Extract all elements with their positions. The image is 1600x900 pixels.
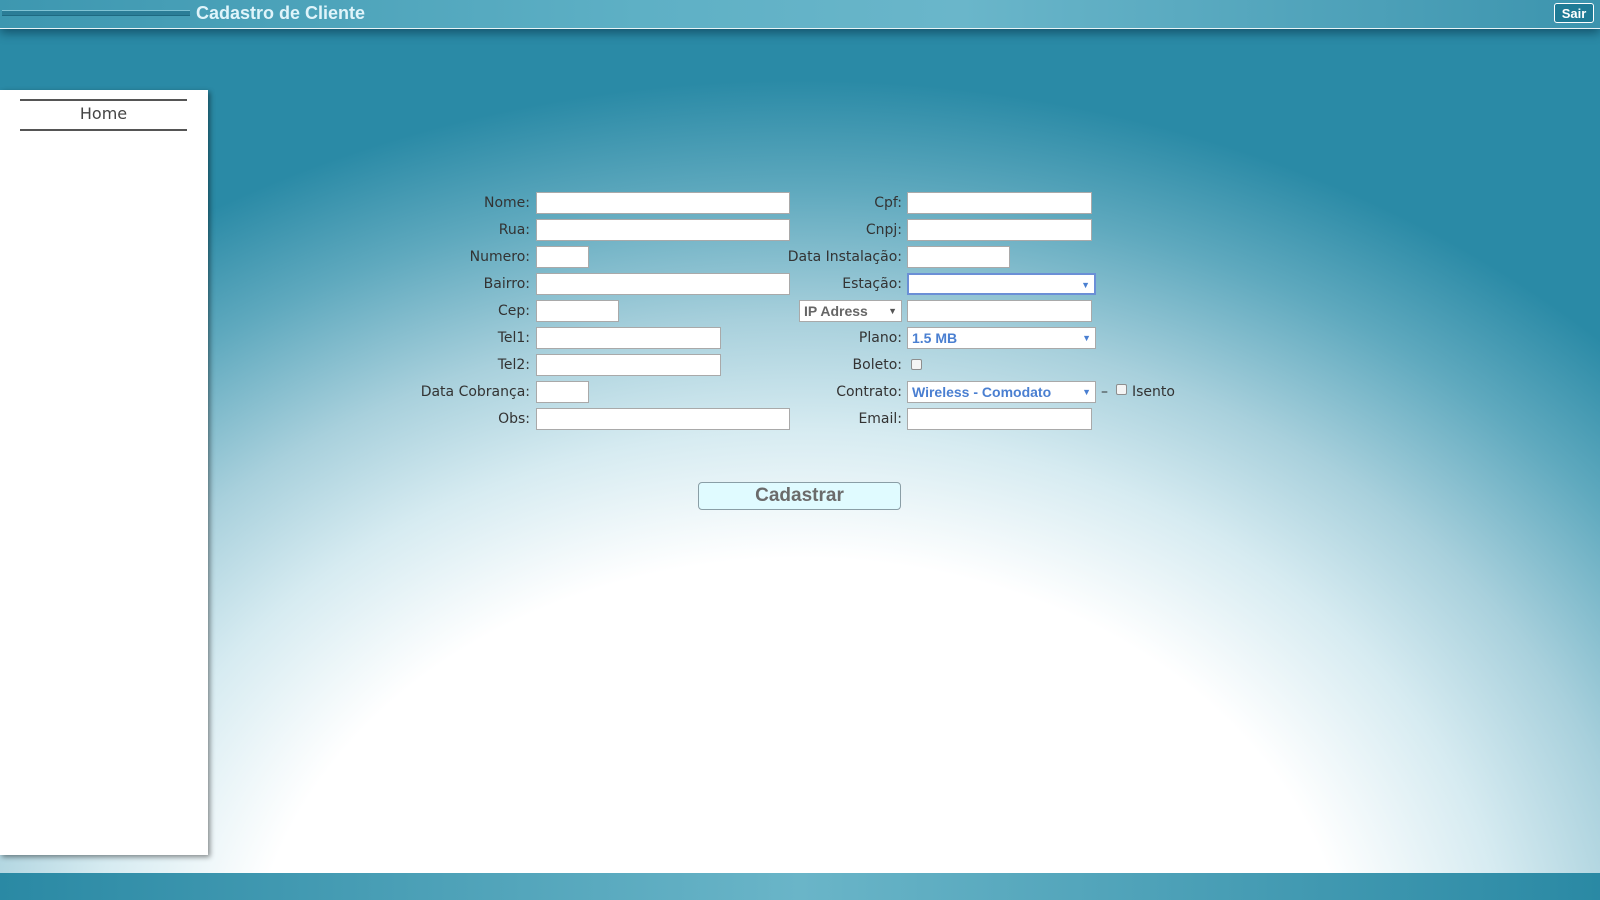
- plano-selected-value: 1.5 MB: [912, 330, 958, 346]
- isento-label: Isento: [1132, 384, 1175, 400]
- email-label: Email:: [858, 411, 902, 427]
- chevron-down-icon: ▼: [888, 306, 897, 316]
- boleto-checkbox[interactable]: [911, 359, 922, 370]
- obs-label: Obs:: [498, 411, 530, 427]
- tel2-label: Tel2:: [497, 357, 530, 373]
- bairro-input[interactable]: [536, 273, 790, 295]
- cep-input[interactable]: [536, 300, 619, 322]
- obs-input[interactable]: [536, 408, 790, 430]
- bottom-bar: [0, 873, 1600, 900]
- data-instalacao-label: Data Instalação:: [787, 249, 902, 265]
- numero-input[interactable]: [536, 246, 589, 268]
- plano-label: Plano:: [858, 330, 902, 346]
- cnpj-input[interactable]: [907, 219, 1092, 241]
- top-bar: Cadastro de Cliente Sair: [0, 0, 1600, 29]
- boleto-label: Boleto:: [852, 357, 902, 373]
- contrato-label: Contrato:: [836, 384, 902, 400]
- contrato-select[interactable]: Wireless - Comodato ▼: [907, 381, 1096, 403]
- cadastrar-button[interactable]: Cadastrar: [698, 482, 901, 510]
- sidebar: Home: [0, 90, 208, 855]
- numero-label: Numero:: [469, 249, 530, 265]
- isento-checkbox[interactable]: [1116, 384, 1127, 395]
- tel1-label: Tel1:: [497, 330, 530, 346]
- data-cobranca-label: Data Cobrança:: [420, 384, 530, 400]
- email-input[interactable]: [907, 408, 1092, 430]
- bairro-label: Bairro:: [483, 276, 530, 292]
- contrato-selected-value: Wireless - Comodato: [912, 384, 1052, 400]
- ip-type-select[interactable]: IP Adress ▼: [799, 300, 902, 322]
- rua-input[interactable]: [536, 219, 790, 241]
- data-cobranca-input[interactable]: [536, 381, 589, 403]
- cep-label: Cep:: [498, 303, 530, 319]
- cpf-input[interactable]: [907, 192, 1092, 214]
- tel1-input[interactable]: [536, 327, 721, 349]
- estacao-select[interactable]: ▼: [907, 273, 1096, 295]
- cpf-label: Cpf:: [874, 195, 902, 211]
- nome-input[interactable]: [536, 192, 790, 214]
- tel2-input[interactable]: [536, 354, 721, 376]
- chevron-down-icon: ▼: [1081, 280, 1090, 290]
- chevron-down-icon: ▼: [1082, 333, 1091, 343]
- rua-label: Rua:: [498, 222, 530, 238]
- logout-button[interactable]: Sair: [1554, 3, 1594, 23]
- chevron-down-icon: ▼: [1082, 387, 1091, 397]
- cnpj-label: Cnpj:: [865, 222, 902, 238]
- ip-input[interactable]: [907, 300, 1092, 322]
- ip-type-selected-value: IP Adress: [804, 303, 868, 319]
- topbar-decoration: [2, 10, 190, 16]
- data-instalacao-input[interactable]: [907, 246, 1010, 268]
- nome-label: Nome:: [483, 195, 530, 211]
- plano-select[interactable]: 1.5 MB ▼: [907, 327, 1096, 349]
- page-title: Cadastro de Cliente: [196, 3, 366, 23]
- estacao-label: Estação:: [842, 276, 902, 292]
- sidebar-item-home[interactable]: Home: [20, 99, 187, 131]
- contrato-separator: –: [1101, 384, 1108, 400]
